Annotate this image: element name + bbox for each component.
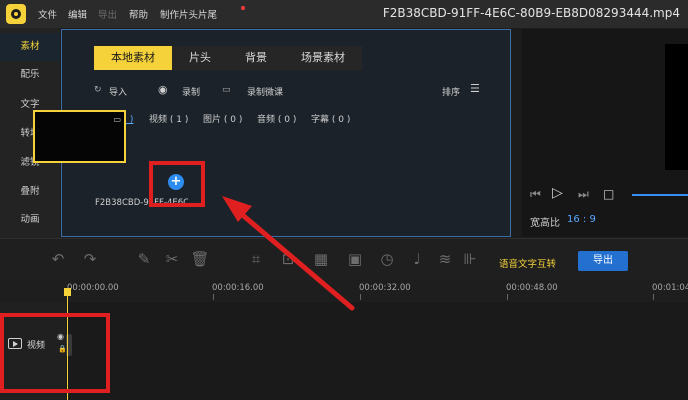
filter-subtitle[interactable]: 字幕 ( 0 ) [311, 112, 350, 125]
time-label: 00:00:00.00 [67, 283, 119, 293]
frame-icon[interactable]: ▣ [345, 250, 365, 268]
delete-icon[interactable]: 🗑 [190, 250, 210, 268]
highlight-box-track [0, 313, 110, 393]
list-view-icon[interactable]: ☰ [470, 82, 480, 95]
stop-icon[interactable]: □ [603, 187, 614, 201]
filter-image[interactable]: 图片 ( 0 ) [203, 112, 242, 125]
edit-pencil-icon[interactable]: ✎ [134, 250, 154, 268]
preview-screen [665, 44, 688, 170]
app-logo-icon [6, 4, 26, 24]
time-label: 00:00:16.00 [212, 283, 264, 293]
notification-dot [241, 6, 245, 10]
sidebar-item-overlay[interactable]: 叠附 [0, 178, 60, 206]
ruler-tick [360, 294, 361, 300]
time-label: 00:00:32.00 [359, 283, 411, 293]
export-button[interactable]: 导出 [578, 251, 628, 271]
redo-icon[interactable]: ↷ [80, 250, 100, 268]
microphone-icon[interactable]: ♩ [407, 250, 427, 268]
highlight-box-add [149, 161, 205, 207]
tab-background[interactable]: 背景 [228, 46, 284, 70]
record-icon[interactable]: ◉ [158, 83, 168, 96]
aspect-ratio-value[interactable]: 16 : 9 [567, 214, 596, 225]
clock-icon[interactable]: ◷ [377, 250, 397, 268]
tab-local-materials[interactable]: 本地素材 [94, 46, 172, 70]
tab-scene-materials[interactable]: 场景素材 [284, 46, 362, 70]
menu-make-intro-outro[interactable]: 制作片头片尾 [160, 7, 217, 21]
menu-help[interactable]: 帮助 [129, 7, 148, 21]
time-label: 00:00:48.00 [506, 283, 558, 293]
ruler-tick [653, 294, 654, 300]
filter-audio[interactable]: 音频 ( 0 ) [257, 112, 296, 125]
ruler-tick [213, 294, 214, 300]
record-course-button[interactable]: 录制微课 [247, 85, 283, 98]
menu-file[interactable]: 文件 [38, 7, 57, 21]
time-label: 00:01:04 [652, 283, 688, 293]
media-thumbnail[interactable]: ▭ [33, 110, 126, 163]
menu-export[interactable]: 导出 [98, 7, 117, 21]
audio-mixer-icon[interactable]: ⊪ [460, 250, 480, 268]
prev-frame-icon[interactable]: ⏮ [530, 187, 541, 202]
preview-panel [522, 29, 688, 237]
audio-wave-icon[interactable]: ≋ [435, 250, 455, 268]
menu-edit[interactable]: 编辑 [68, 7, 87, 21]
tab-intro[interactable]: 片头 [172, 46, 228, 70]
preview-progress-bar[interactable] [632, 194, 688, 196]
window-title: F2B38CBD-91FF-4E6C-80B9-EB8D08293444.mp4 [382, 6, 680, 20]
video-type-icon: ▭ [113, 115, 121, 124]
undo-icon[interactable]: ↶ [48, 250, 68, 268]
aspect-ratio-label: 宽高比 [530, 218, 560, 229]
record-button[interactable]: 录制 [182, 85, 200, 98]
sort-button[interactable]: 排序 [442, 85, 460, 98]
sidebar-item-materials[interactable]: 素材 [0, 33, 60, 61]
import-icon[interactable]: ↻ [94, 85, 102, 95]
play-icon[interactable]: ▷ [552, 185, 563, 201]
crop-icon[interactable]: ⌗ [246, 250, 266, 268]
next-frame-icon[interactable]: ⏭ [578, 187, 589, 202]
sidebar-item-music[interactable]: 配乐 [0, 61, 60, 89]
mosaic-icon[interactable]: ▦ [311, 250, 331, 268]
scissors-icon[interactable]: ✂ [162, 250, 182, 268]
filter-video[interactable]: 视频 ( 1 ) [149, 112, 188, 125]
sidebar-item-animation[interactable]: 动画 [0, 206, 60, 234]
import-button[interactable]: 导入 [109, 85, 127, 98]
resize-icon[interactable]: ⊡ [278, 250, 298, 268]
speech-to-text-button[interactable]: 语音文字互转 [499, 256, 556, 270]
ruler-tick [507, 294, 508, 300]
screen-record-icon[interactable]: ▭ [222, 85, 231, 95]
